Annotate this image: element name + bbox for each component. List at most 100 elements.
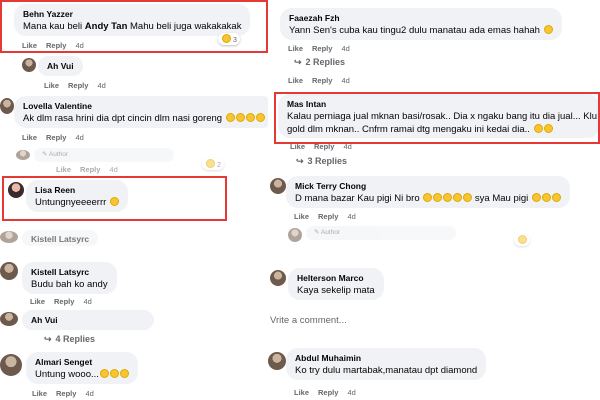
left-comment-column: Behn Yazzer Mana kau beli Andy Tan Mahu … xyxy=(0,0,268,400)
red-highlight-box xyxy=(2,176,227,221)
red-highlight-box xyxy=(274,92,600,144)
avatar[interactable] xyxy=(0,98,14,114)
comment-time: 4d xyxy=(341,44,350,53)
reply-button[interactable]: Reply xyxy=(46,133,66,142)
haha-reaction-icon xyxy=(518,235,527,244)
avatar[interactable] xyxy=(22,58,36,72)
like-button[interactable]: Like xyxy=(32,389,47,398)
comment-time: 4d xyxy=(75,133,84,142)
laughing-emoji-icon xyxy=(463,193,473,202)
avatar[interactable] xyxy=(0,354,22,376)
reply-button[interactable]: Reply xyxy=(312,76,332,85)
laughing-emoji-icon xyxy=(531,193,541,202)
comment-actions: Like Reply 4d xyxy=(56,165,127,174)
comment-text: Budu bah ko andy xyxy=(31,279,108,290)
avatar[interactable] xyxy=(16,150,30,160)
comment-bubble: Ah Vui xyxy=(38,56,83,76)
comment-ah-vui: Ah Vui ↪ 4 Replies xyxy=(0,308,268,348)
comment-actions: Like Reply 4d xyxy=(288,44,359,53)
comment-time: 4d xyxy=(347,388,356,397)
reply-arrow-icon: ↪ xyxy=(296,156,304,166)
reply-button[interactable]: Reply xyxy=(318,388,338,397)
comment-time: 4d xyxy=(83,297,92,306)
reaction-count[interactable]: 2 xyxy=(202,158,224,170)
laughing-emoji-icon xyxy=(225,113,235,122)
comment-bubble: Helterson Marco Kaya sekelip mata xyxy=(288,268,384,300)
view-replies-link[interactable]: ↪ 2 Replies xyxy=(294,57,345,68)
comment-faaezah-fzh: Faaezah Fzh Yann Sen's cuba kau tingu2 d… xyxy=(268,0,600,90)
like-button[interactable]: Like xyxy=(288,76,303,85)
avatar[interactable] xyxy=(288,228,302,242)
comment-text: Ko try dulu martabak,manatau dpt diamond xyxy=(295,365,478,376)
comment-actions: Like Reply 4d xyxy=(30,297,101,306)
reply-button[interactable]: Reply xyxy=(54,297,74,306)
like-button[interactable]: Like xyxy=(294,388,309,397)
comment-text: Kaya sekelip mata xyxy=(297,285,375,296)
comment-author[interactable]: Almari Senget xyxy=(35,356,129,368)
laughing-emoji-icon xyxy=(99,369,109,378)
laughing-emoji-icon xyxy=(245,113,255,122)
author-badge: ✎ Author xyxy=(314,229,341,236)
comment-author[interactable]: Ah Vui xyxy=(31,314,145,326)
comment-time: 4d xyxy=(341,76,350,85)
reply-button[interactable]: Reply xyxy=(56,389,76,398)
avatar[interactable] xyxy=(268,352,286,370)
view-replies-link[interactable]: ↪ 4 Replies xyxy=(44,334,95,345)
comment-bubble: Mick Terry Chong D mana bazar Kau pigi N… xyxy=(286,176,570,208)
reply-button[interactable]: Reply xyxy=(68,81,88,90)
reaction-count[interactable] xyxy=(514,234,530,246)
comment-time: 4d xyxy=(347,212,356,221)
comment-author[interactable]: Ah Vui xyxy=(47,60,74,72)
comment-author-reply-cropped: ✎ Author xyxy=(288,226,530,250)
haha-reaction-icon xyxy=(206,159,215,168)
avatar[interactable] xyxy=(0,312,18,326)
laughing-emoji-icon xyxy=(119,369,129,378)
comment-author[interactable]: Mick Terry Chong xyxy=(295,180,561,192)
comment-bubble: ✎ Author xyxy=(306,226,456,240)
like-button[interactable]: Like xyxy=(30,297,45,306)
reply-button[interactable]: Reply xyxy=(80,165,100,174)
comment-bubble: Ah Vui xyxy=(22,310,154,330)
comment-lovella-valentine: Lovella Valentine Ak dlm rasa hrini dia … xyxy=(0,94,268,146)
avatar[interactable] xyxy=(270,270,286,286)
comment-helterson-marco: Helterson Marco Kaya sekelip mata Vrite … xyxy=(268,264,600,328)
reply-arrow-icon: ↪ xyxy=(294,57,302,67)
comment-almari-senget: Almari Senget Untung wooo... Like Reply 4d xyxy=(0,350,268,400)
laughing-emoji-icon xyxy=(541,193,551,202)
avatar[interactable] xyxy=(0,231,18,243)
comment-mick-terry-chong: Mick Terry Chong D mana bazar Kau pigi N… xyxy=(268,174,600,262)
like-button[interactable]: Like xyxy=(44,81,59,90)
comment-text: Ak dlm rasa hrini dia dpt cincin dlm nas… xyxy=(23,112,265,125)
comment-author[interactable]: Kistell Latsyrc xyxy=(31,266,108,278)
like-button[interactable]: Like xyxy=(22,133,37,142)
reply-button[interactable]: Reply xyxy=(318,212,338,221)
view-replies-link[interactable]: ↪ 3 Replies xyxy=(296,156,347,167)
comment-author[interactable]: Kistell Latsyrc xyxy=(31,233,89,245)
laughing-emoji-icon xyxy=(543,25,553,34)
comment-author[interactable]: Abdul Muhaimin xyxy=(295,352,477,364)
comment-kistell-latsyrc-cropped: Kistell Latsyrc xyxy=(0,228,268,246)
red-highlight-box xyxy=(0,0,268,53)
comment-bubble: Kistell Latsyrc Budu bah ko andy xyxy=(22,262,117,294)
laughing-emoji-icon xyxy=(255,113,265,122)
comment-kistell-latsyrc: Kistell Latsyrc Budu bah ko andy Like Rep… xyxy=(0,258,268,306)
laughing-emoji-icon xyxy=(109,369,119,378)
comment-text: D mana bazar Kau pigi Ni bro sya Mau pig… xyxy=(295,192,561,205)
comment-time: 4d xyxy=(109,165,118,174)
comment-author[interactable]: Lovella Valentine xyxy=(23,100,265,112)
comment-author[interactable]: Helterson Marco xyxy=(297,272,375,284)
comment-bubble: Abdul Muhaimin Ko try dulu martabak,mana… xyxy=(286,348,487,380)
avatar[interactable] xyxy=(270,178,286,194)
laughing-emoji-icon xyxy=(235,113,245,122)
reply-button[interactable]: Reply xyxy=(312,44,332,53)
comment-time: 4d xyxy=(85,389,94,398)
comment-actions: Like Reply 4d xyxy=(22,133,93,142)
like-button[interactable]: Like xyxy=(294,212,309,221)
laughing-emoji-icon xyxy=(551,193,561,202)
like-button[interactable]: Like xyxy=(56,165,71,174)
write-comment-input[interactable]: Vrite a comment... xyxy=(270,315,347,326)
comment-author[interactable]: Faaezah Fzh xyxy=(289,12,553,24)
comment-actions: Like Reply 4d xyxy=(32,389,103,398)
like-button[interactable]: Like xyxy=(288,44,303,53)
avatar[interactable] xyxy=(0,262,18,280)
